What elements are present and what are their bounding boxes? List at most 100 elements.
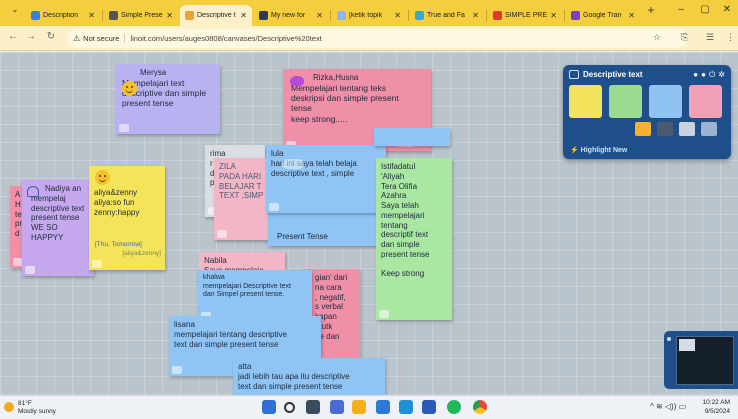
image-tool-icon[interactable] — [635, 122, 651, 136]
palette-power-icon[interactable]: ⏻ — [709, 70, 715, 80]
tab-favicon-icon — [109, 11, 118, 20]
tab-separator — [564, 10, 565, 21]
minimap-viewport[interactable] — [676, 336, 734, 385]
attach-tool-icon[interactable] — [679, 122, 695, 136]
url-text: linoit.com/users/auges0808/canvases/Desc… — [130, 34, 322, 43]
tab-label: Google Tran — [583, 12, 622, 19]
linoit-canvas[interactable]: A H te pr d Nadiya an mempelaj descripti… — [0, 52, 738, 395]
highlight-new-label: Highlight New — [580, 147, 628, 154]
search-icon[interactable] — [284, 402, 295, 413]
note-footer-icon — [269, 203, 279, 211]
palette-icon — [569, 70, 579, 79]
sticky-note[interactable]: ZILA PADA HARI BELAJAR T TEXT ,SIMP — [214, 158, 272, 240]
tab-list-chevron-icon[interactable]: ⌄ — [4, 5, 26, 14]
tab-descriptive-text-active[interactable]: Descriptive t ✕ — [180, 5, 252, 26]
note-footer-icon — [172, 366, 182, 374]
close-tab-icon[interactable]: ✕ — [316, 11, 323, 20]
swatch-pink[interactable] — [689, 85, 722, 118]
trash-tool-icon[interactable] — [701, 122, 717, 136]
user-avatar-icon — [27, 186, 39, 197]
close-tab-icon[interactable]: ✕ — [166, 11, 173, 20]
sticky-note[interactable]: atta jadi lebih tau apa itu descriptive … — [233, 358, 385, 395]
profile-icon[interactable]: ☰ — [706, 32, 714, 43]
tab-label: Descriptive t — [197, 12, 236, 19]
menu-dots-icon[interactable]: ⋮ — [726, 32, 735, 43]
weather-temp: 81°F — [18, 400, 32, 407]
reload-icon[interactable]: ↻ — [44, 31, 58, 42]
forward-arrow-icon[interactable]: → — [24, 31, 38, 42]
clock[interactable]: 10:22 AM 9/5/2024 — [703, 399, 730, 417]
windows-start-icon[interactable] — [262, 400, 276, 414]
palette-controls: ● ● ⏻ ✲ — [693, 70, 725, 80]
address-bar[interactable]: ⚠ Not secure linoit.com/users/auges0808/… — [67, 29, 687, 48]
minimap-toggle-icon[interactable] — [667, 337, 671, 341]
movie-tool-icon[interactable] — [657, 122, 673, 136]
sticky-note[interactable]: aliya&zenny aliya:so fun zenny:happy [Th… — [89, 166, 165, 270]
sticky-note[interactable]: khalwa mempelajari Descriptive text dan … — [198, 270, 312, 322]
clock-time: 10:22 AM — [702, 399, 730, 406]
smiley-emoji-icon — [95, 170, 110, 185]
tab-label: Description — [43, 12, 79, 19]
tab-ketik-topik[interactable]: [ketik topik ✕ — [332, 5, 406, 26]
minimap[interactable] — [664, 331, 738, 389]
windows-taskbar: 81°F Mostly sunny ^ ≋ ◁)) ▭ 10:22 AM 9/5… — [0, 395, 738, 419]
tab-favicon-icon — [571, 11, 580, 20]
note-author: atta — [238, 362, 252, 371]
highlight-new-link[interactable]: ⚡ Highlight New — [570, 146, 627, 154]
security-indicator[interactable]: ⚠ Not secure — [73, 34, 126, 43]
weather-sun-icon[interactable] — [4, 402, 14, 412]
minimap-thumb — [679, 339, 695, 351]
tab-simple-present-youtube[interactable]: SIMPLE PRE ✕ — [488, 5, 562, 26]
clock-date: 9/5/2024 — [704, 407, 730, 415]
maximize-button[interactable]: ▢ — [694, 4, 716, 15]
note-author: lisana — [174, 320, 195, 329]
tab-favicon-icon — [493, 11, 502, 20]
tab-my-new-form[interactable]: My new for ✕ — [254, 5, 328, 26]
weather-widget[interactable]: 81°F Mostly sunny — [18, 400, 56, 416]
minimize-button[interactable]: – — [670, 4, 692, 15]
gear-icon[interactable]: ✲ — [718, 70, 725, 80]
bookmark-star-icon[interactable]: ☆ — [653, 32, 661, 43]
close-window-button[interactable]: ✕ — [716, 4, 738, 15]
tab-true-and-false[interactable]: True and Fa ✕ — [410, 5, 484, 26]
note-text: Mempelajari text descriptive dan simple … — [122, 77, 207, 109]
note-footer-icon — [217, 230, 227, 238]
system-tray[interactable]: ^ ≋ ◁)) ▭ — [650, 402, 686, 411]
sticky-note[interactable]: lula hari ini saya telah belaja descript… — [266, 145, 386, 213]
edge-icon[interactable] — [399, 400, 413, 414]
sticky-note[interactable]: Merysa Mempelajari text descriptive dan … — [116, 64, 220, 134]
warning-triangle-icon: ⚠ — [73, 34, 81, 43]
spotify-icon[interactable] — [447, 400, 461, 414]
mail-icon[interactable] — [376, 400, 390, 414]
swatch-green[interactable] — [609, 85, 642, 118]
close-tab-icon[interactable]: ✕ — [628, 11, 635, 20]
back-arrow-icon[interactable]: ← — [6, 31, 20, 42]
extensions-icon[interactable]: ⎘ — [681, 32, 688, 43]
close-tab-icon[interactable]: ✕ — [394, 11, 401, 20]
tab-separator — [408, 10, 409, 21]
new-tab-button[interactable]: + — [640, 3, 662, 17]
sticky-note[interactable] — [374, 128, 450, 146]
swatch-yellow[interactable] — [569, 85, 602, 118]
butterfly-icon — [290, 76, 304, 86]
palette-settings-icon[interactable]: ● — [693, 70, 698, 80]
close-tab-icon[interactable]: ✕ — [550, 11, 557, 20]
sticky-note[interactable]: Istifadatul 'Aliyah Tera Olifia Azahra S… — [376, 158, 452, 320]
chat-icon[interactable] — [330, 400, 344, 414]
palette-panel: Descriptive text ● ● ⏻ ✲ ⚡ Highlight New — [563, 65, 731, 159]
tab-google-translate[interactable]: Google Tran ✕ — [566, 5, 640, 26]
store-icon[interactable] — [422, 400, 436, 414]
file-explorer-icon[interactable] — [352, 400, 366, 414]
palette-help-icon[interactable]: ● — [701, 70, 706, 80]
note-text: Istifadatul 'Aliyah Tera Olifia Azahra S… — [381, 162, 430, 279]
tab-description[interactable]: Description ✕ — [26, 5, 100, 26]
tab-separator — [102, 10, 103, 21]
task-view-icon[interactable] — [306, 400, 320, 414]
close-tab-icon[interactable]: ✕ — [472, 11, 479, 20]
swatch-blue[interactable] — [649, 85, 682, 118]
sticky-note[interactable]: Nadiya an mempelaj descriptive text pres… — [22, 180, 94, 276]
close-tab-icon[interactable]: ✕ — [88, 11, 95, 20]
chrome-icon[interactable] — [473, 400, 487, 414]
close-tab-icon[interactable]: ✕ — [240, 11, 247, 20]
tab-simple-present[interactable]: Simple Prese ✕ — [104, 5, 178, 26]
